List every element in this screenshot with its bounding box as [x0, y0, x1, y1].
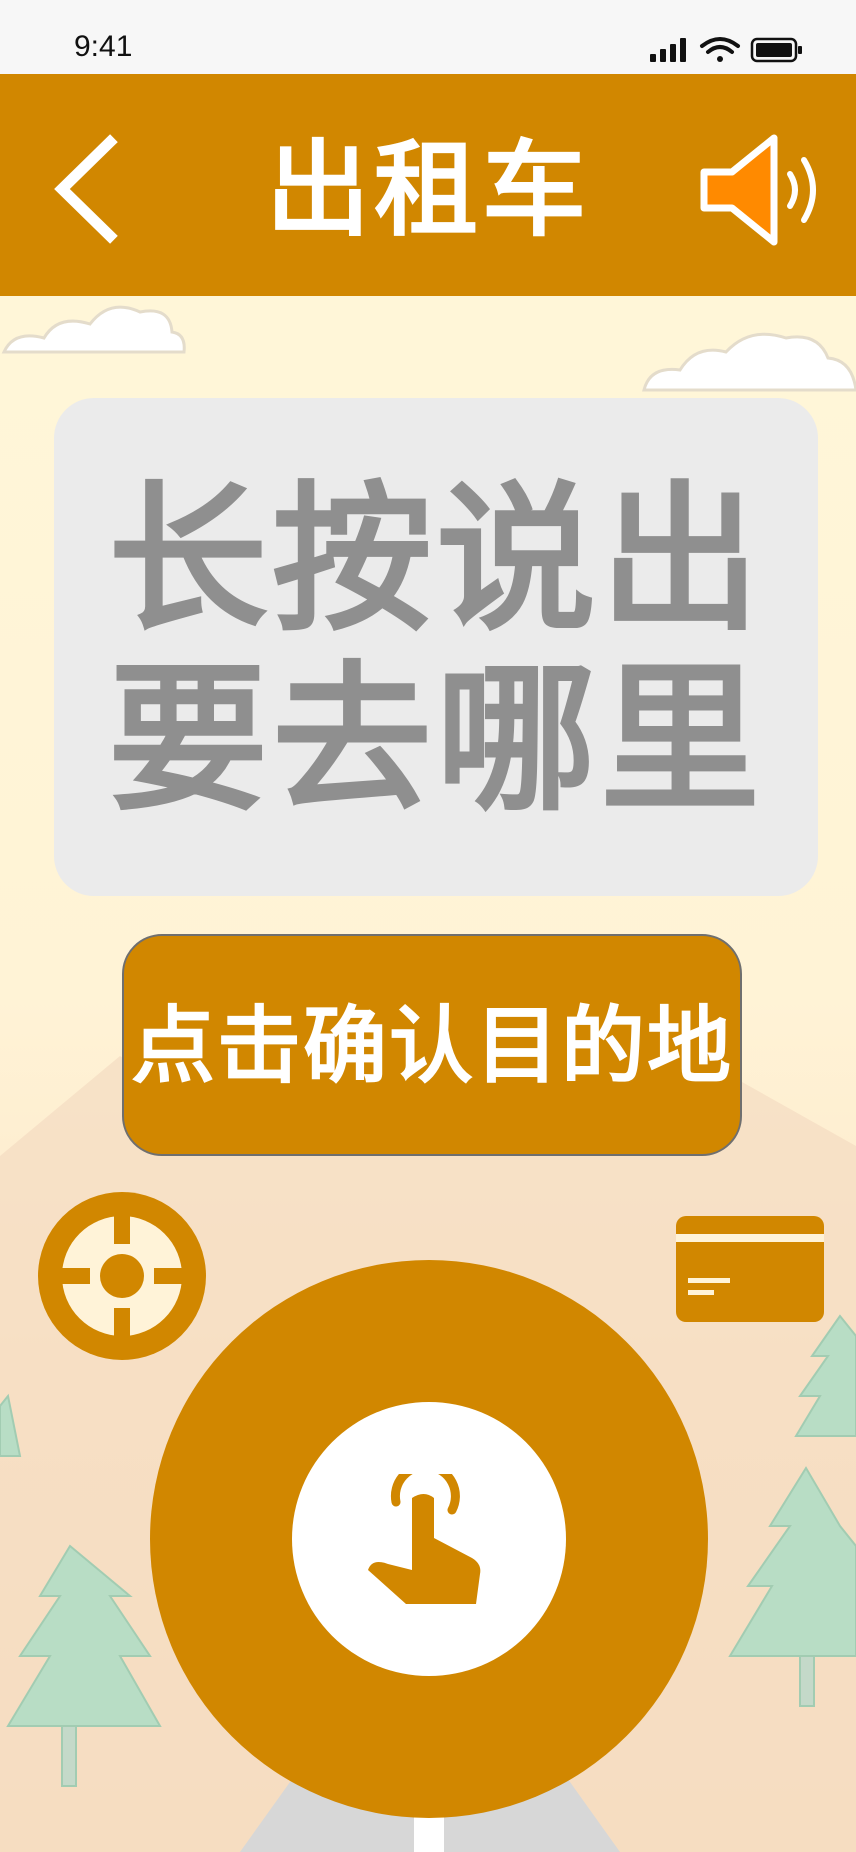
cloud-left [1, 305, 186, 354]
battery-icon [750, 37, 802, 63]
crosshair-icon [38, 1192, 206, 1360]
speaker-icon [700, 134, 816, 246]
confirm-destination-button[interactable]: 点击确认目的地 [122, 934, 742, 1156]
app-header: 出租车 [0, 74, 856, 296]
confirm-destination-label: 点击确认目的地 [130, 997, 733, 1095]
talk-button-inner [292, 1402, 566, 1676]
locate-button[interactable] [38, 1192, 206, 1360]
hold-to-talk-button[interactable] [150, 1260, 708, 1818]
status-bar: 9:41 [0, 0, 856, 74]
cloud-right [642, 332, 856, 392]
prompt-line-2: 要去哪里 [107, 646, 764, 833]
card-icon [676, 1216, 824, 1322]
wifi-icon [700, 37, 740, 62]
hand-pointer-icon [368, 1474, 481, 1604]
status-icons [650, 37, 802, 63]
voice-prompt-card: 长按说出 要去哪里 [54, 398, 818, 896]
signal-icon [650, 38, 686, 62]
speaker-button[interactable] [696, 130, 826, 250]
voice-prompt-text: 长按说出 要去哪里 [54, 470, 818, 830]
status-time: 9:41 [74, 30, 133, 63]
card-button[interactable] [676, 1216, 824, 1322]
prompt-line-1: 长按说出 [107, 466, 764, 653]
